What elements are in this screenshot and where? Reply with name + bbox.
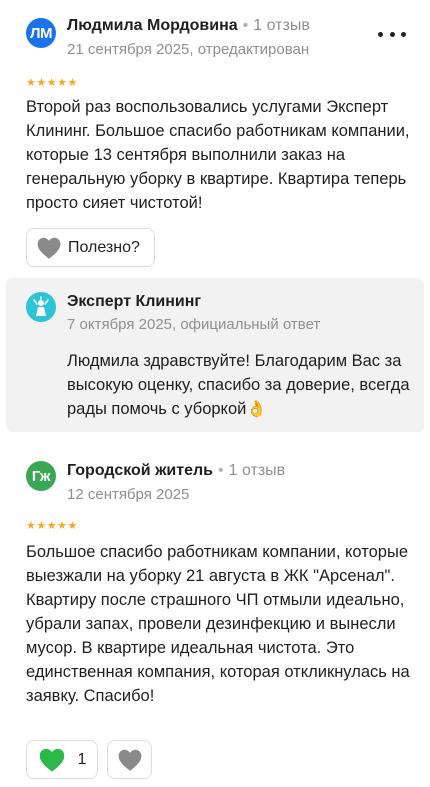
helpful-button[interactable]: Полезно? xyxy=(26,228,155,267)
helpful-label: Полезно? xyxy=(68,238,140,256)
separator-dot: • xyxy=(218,462,224,479)
review-author-line: Городской житель • 1 отзыв xyxy=(67,462,285,480)
heart-icon xyxy=(39,748,64,772)
company-name[interactable]: Эксперт Клининг xyxy=(67,293,201,311)
review-date: 21 сентября 2025, отредактирован xyxy=(67,41,310,58)
company-logo-icon[interactable] xyxy=(26,292,56,322)
rating-stars: ★★★★★ xyxy=(26,77,78,89)
reply-date: 7 октября 2025, официальный ответ xyxy=(67,316,321,333)
heart-icon xyxy=(118,749,141,771)
review-card: ЛМ Людмила Мордовина • 1 отзыв 21 сентября… xyxy=(0,0,430,275)
review-author-line: Людмила Мордовина • 1 отзыв xyxy=(67,17,310,35)
author-name[interactable]: Городской житель xyxy=(67,462,213,479)
review-text: Большое спасибо работникам компании, кот… xyxy=(26,543,410,705)
rating-stars: ★★★★★ xyxy=(26,520,78,532)
author-reviews-count: 1 отзыв xyxy=(228,462,286,479)
review-text: Второй раз воспользовались услугами Эксп… xyxy=(26,98,410,212)
reply-text: Людмила здравствуйте! Благодарим Вас за … xyxy=(67,352,410,418)
more-dots-icon[interactable] xyxy=(378,27,406,41)
author-name[interactable]: Людмила Мордовина xyxy=(67,17,238,34)
dislike-button[interactable] xyxy=(107,740,152,779)
author-reviews-count: 1 отзыв xyxy=(253,17,310,34)
heart-icon xyxy=(37,237,61,259)
avatar[interactable]: ЛМ xyxy=(26,18,56,48)
company-reply: Эксперт Клининг 7 октября 2025, официаль… xyxy=(6,278,424,432)
likes-count: 1 xyxy=(77,750,87,768)
review-card: Гж Городской житель • 1 отзыв 12 сентября … xyxy=(0,440,430,787)
avatar[interactable]: Гж xyxy=(26,461,56,491)
separator-dot: • xyxy=(242,17,249,34)
like-button[interactable]: 1 xyxy=(26,740,98,779)
review-date: 12 сентября 2025 xyxy=(67,486,190,503)
